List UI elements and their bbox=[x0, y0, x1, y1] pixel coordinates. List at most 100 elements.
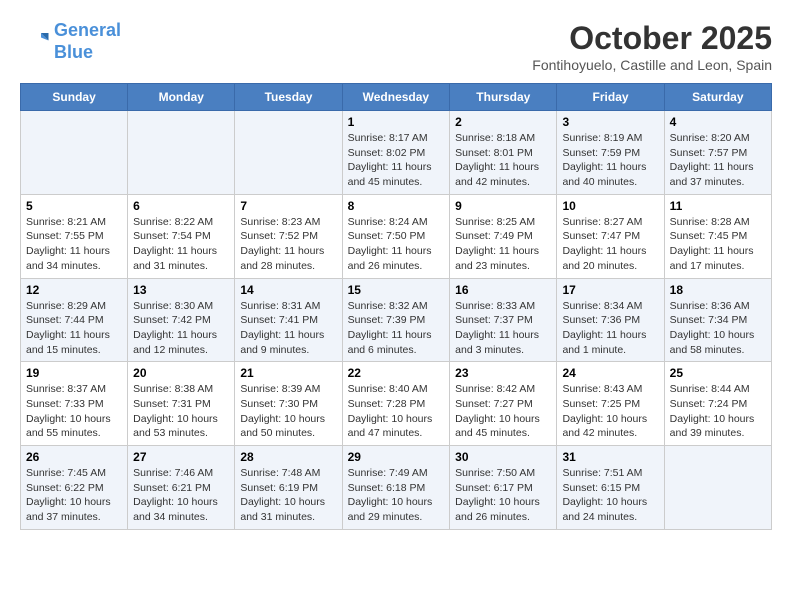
day-cell: 14 Sunrise: 8:31 AM Sunset: 7:41 PM Dayli… bbox=[235, 278, 342, 362]
week-row-2: 12 Sunrise: 8:29 AM Sunset: 7:44 PM Dayli… bbox=[21, 278, 772, 362]
day-cell: 7Sunrise: 8:23 AM Sunset: 7:52 PM Daylig… bbox=[235, 194, 342, 278]
day-cell: 17Sunrise: 8:34 AM Sunset: 7:36 PM Dayli… bbox=[557, 278, 664, 362]
day-number: 20 bbox=[133, 366, 229, 380]
header-wednesday: Wednesday bbox=[342, 84, 450, 111]
logo-icon bbox=[20, 27, 50, 57]
day-info: Sunrise: 8:29 AM Sunset: 7:44 PM Dayligh… bbox=[26, 299, 122, 358]
day-number: 31 bbox=[562, 450, 658, 464]
day-number: 15 bbox=[348, 283, 445, 297]
day-cell: 30 Sunrise: 7:50 AM Sunset: 6:17 PM Dayli… bbox=[450, 446, 557, 530]
calendar-body: 1Sunrise: 8:17 AM Sunset: 8:02 PM Daylig… bbox=[21, 111, 772, 530]
day-number: 30 bbox=[455, 450, 551, 464]
day-cell: 6 Sunrise: 8:22 AM Sunset: 7:54 PM Daylig… bbox=[128, 194, 235, 278]
day-number: 23 bbox=[455, 366, 551, 380]
day-cell: 13 Sunrise: 8:30 AM Sunset: 7:42 PM Dayli… bbox=[128, 278, 235, 362]
day-info: Sunrise: 8:28 AM Sunset: 7:45 PM Dayligh… bbox=[670, 215, 766, 274]
day-number: 5 bbox=[26, 199, 122, 213]
header-tuesday: Tuesday bbox=[235, 84, 342, 111]
day-info: Sunrise: 8:22 AM Sunset: 7:54 PM Dayligh… bbox=[133, 215, 229, 274]
day-info: Sunrise: 8:18 AM Sunset: 8:01 PM Dayligh… bbox=[455, 131, 551, 190]
day-cell: 25 Sunrise: 8:44 AM Sunset: 7:24 PM Dayli… bbox=[664, 362, 771, 446]
week-row-4: 26 Sunrise: 7:45 AM Sunset: 6:22 PM Dayli… bbox=[21, 446, 772, 530]
day-number: 2 bbox=[455, 115, 551, 129]
day-cell: 12 Sunrise: 8:29 AM Sunset: 7:44 PM Dayli… bbox=[21, 278, 128, 362]
month-title: October 2025 bbox=[532, 20, 772, 57]
week-row-1: 5Sunrise: 8:21 AM Sunset: 7:55 PM Daylig… bbox=[21, 194, 772, 278]
day-info: Sunrise: 8:32 AM Sunset: 7:39 PM Dayligh… bbox=[348, 299, 445, 358]
day-number: 10 bbox=[562, 199, 658, 213]
header-sunday: Sunday bbox=[21, 84, 128, 111]
day-cell: 18 Sunrise: 8:36 AM Sunset: 7:34 PM Dayli… bbox=[664, 278, 771, 362]
day-cell: 5Sunrise: 8:21 AM Sunset: 7:55 PM Daylig… bbox=[21, 194, 128, 278]
day-info: Sunrise: 8:43 AM Sunset: 7:25 PM Dayligh… bbox=[562, 382, 658, 441]
day-cell: 28Sunrise: 7:48 AM Sunset: 6:19 PM Dayli… bbox=[235, 446, 342, 530]
header-row: SundayMondayTuesdayWednesdayThursdayFrid… bbox=[21, 84, 772, 111]
day-info: Sunrise: 8:30 AM Sunset: 7:42 PM Dayligh… bbox=[133, 299, 229, 358]
day-number: 27 bbox=[133, 450, 229, 464]
day-number: 14 bbox=[240, 283, 336, 297]
day-info: Sunrise: 7:46 AM Sunset: 6:21 PM Dayligh… bbox=[133, 466, 229, 525]
day-number: 8 bbox=[348, 199, 445, 213]
day-info: Sunrise: 8:24 AM Sunset: 7:50 PM Dayligh… bbox=[348, 215, 445, 274]
logo: General Blue bbox=[20, 20, 121, 63]
header-friday: Friday bbox=[557, 84, 664, 111]
day-info: Sunrise: 8:19 AM Sunset: 7:59 PM Dayligh… bbox=[562, 131, 658, 190]
day-cell: 29 Sunrise: 7:49 AM Sunset: 6:18 PM Dayli… bbox=[342, 446, 450, 530]
day-number: 22 bbox=[348, 366, 445, 380]
day-cell: 16Sunrise: 8:33 AM Sunset: 7:37 PM Dayli… bbox=[450, 278, 557, 362]
day-info: Sunrise: 8:36 AM Sunset: 7:34 PM Dayligh… bbox=[670, 299, 766, 358]
day-number: 24 bbox=[562, 366, 658, 380]
day-info: Sunrise: 8:20 AM Sunset: 7:57 PM Dayligh… bbox=[670, 131, 766, 190]
header-thursday: Thursday bbox=[450, 84, 557, 111]
day-info: Sunrise: 8:38 AM Sunset: 7:31 PM Dayligh… bbox=[133, 382, 229, 441]
day-cell: 27 Sunrise: 7:46 AM Sunset: 6:21 PM Dayli… bbox=[128, 446, 235, 530]
day-info: Sunrise: 8:44 AM Sunset: 7:24 PM Dayligh… bbox=[670, 382, 766, 441]
day-number: 13 bbox=[133, 283, 229, 297]
day-cell: 26 Sunrise: 7:45 AM Sunset: 6:22 PM Dayli… bbox=[21, 446, 128, 530]
day-info: Sunrise: 7:49 AM Sunset: 6:18 PM Dayligh… bbox=[348, 466, 445, 525]
day-cell: 19 Sunrise: 8:37 AM Sunset: 7:33 PM Dayli… bbox=[21, 362, 128, 446]
day-info: Sunrise: 8:39 AM Sunset: 7:30 PM Dayligh… bbox=[240, 382, 336, 441]
day-number: 12 bbox=[26, 283, 122, 297]
day-cell bbox=[21, 111, 128, 195]
day-info: Sunrise: 8:31 AM Sunset: 7:41 PM Dayligh… bbox=[240, 299, 336, 358]
location-subtitle: Fontihoyuelo, Castille and Leon, Spain bbox=[532, 57, 772, 73]
day-info: Sunrise: 8:42 AM Sunset: 7:27 PM Dayligh… bbox=[455, 382, 551, 441]
day-number: 3 bbox=[562, 115, 658, 129]
day-cell: 24 Sunrise: 8:43 AM Sunset: 7:25 PM Dayli… bbox=[557, 362, 664, 446]
day-cell: 20 Sunrise: 8:38 AM Sunset: 7:31 PM Dayli… bbox=[128, 362, 235, 446]
day-cell bbox=[664, 446, 771, 530]
day-info: Sunrise: 7:50 AM Sunset: 6:17 PM Dayligh… bbox=[455, 466, 551, 525]
day-number: 28 bbox=[240, 450, 336, 464]
day-number: 9 bbox=[455, 199, 551, 213]
day-cell: 1Sunrise: 8:17 AM Sunset: 8:02 PM Daylig… bbox=[342, 111, 450, 195]
week-row-3: 19 Sunrise: 8:37 AM Sunset: 7:33 PM Dayli… bbox=[21, 362, 772, 446]
day-cell: 9Sunrise: 8:25 AM Sunset: 7:49 PM Daylig… bbox=[450, 194, 557, 278]
day-number: 4 bbox=[670, 115, 766, 129]
day-cell: 3 Sunrise: 8:19 AM Sunset: 7:59 PM Daylig… bbox=[557, 111, 664, 195]
header-monday: Monday bbox=[128, 84, 235, 111]
day-number: 11 bbox=[670, 199, 766, 213]
calendar-header: SundayMondayTuesdayWednesdayThursdayFrid… bbox=[21, 84, 772, 111]
day-info: Sunrise: 8:37 AM Sunset: 7:33 PM Dayligh… bbox=[26, 382, 122, 441]
day-number: 1 bbox=[348, 115, 445, 129]
day-number: 6 bbox=[133, 199, 229, 213]
day-number: 21 bbox=[240, 366, 336, 380]
day-number: 19 bbox=[26, 366, 122, 380]
day-number: 18 bbox=[670, 283, 766, 297]
day-number: 7 bbox=[240, 199, 336, 213]
day-cell: 23 Sunrise: 8:42 AM Sunset: 7:27 PM Dayli… bbox=[450, 362, 557, 446]
day-number: 17 bbox=[562, 283, 658, 297]
day-number: 25 bbox=[670, 366, 766, 380]
day-info: Sunrise: 7:51 AM Sunset: 6:15 PM Dayligh… bbox=[562, 466, 658, 525]
day-number: 29 bbox=[348, 450, 445, 464]
page-header: General Blue October 2025 Fontihoyuelo, … bbox=[20, 20, 772, 73]
day-cell: 8 Sunrise: 8:24 AM Sunset: 7:50 PM Daylig… bbox=[342, 194, 450, 278]
logo-line2: Blue bbox=[54, 42, 93, 62]
day-number: 26 bbox=[26, 450, 122, 464]
day-cell: 4 Sunrise: 8:20 AM Sunset: 7:57 PM Daylig… bbox=[664, 111, 771, 195]
day-info: Sunrise: 7:45 AM Sunset: 6:22 PM Dayligh… bbox=[26, 466, 122, 525]
day-cell: 22Sunrise: 8:40 AM Sunset: 7:28 PM Dayli… bbox=[342, 362, 450, 446]
day-cell: 2 Sunrise: 8:18 AM Sunset: 8:01 PM Daylig… bbox=[450, 111, 557, 195]
day-cell: 21 Sunrise: 8:39 AM Sunset: 7:30 PM Dayli… bbox=[235, 362, 342, 446]
